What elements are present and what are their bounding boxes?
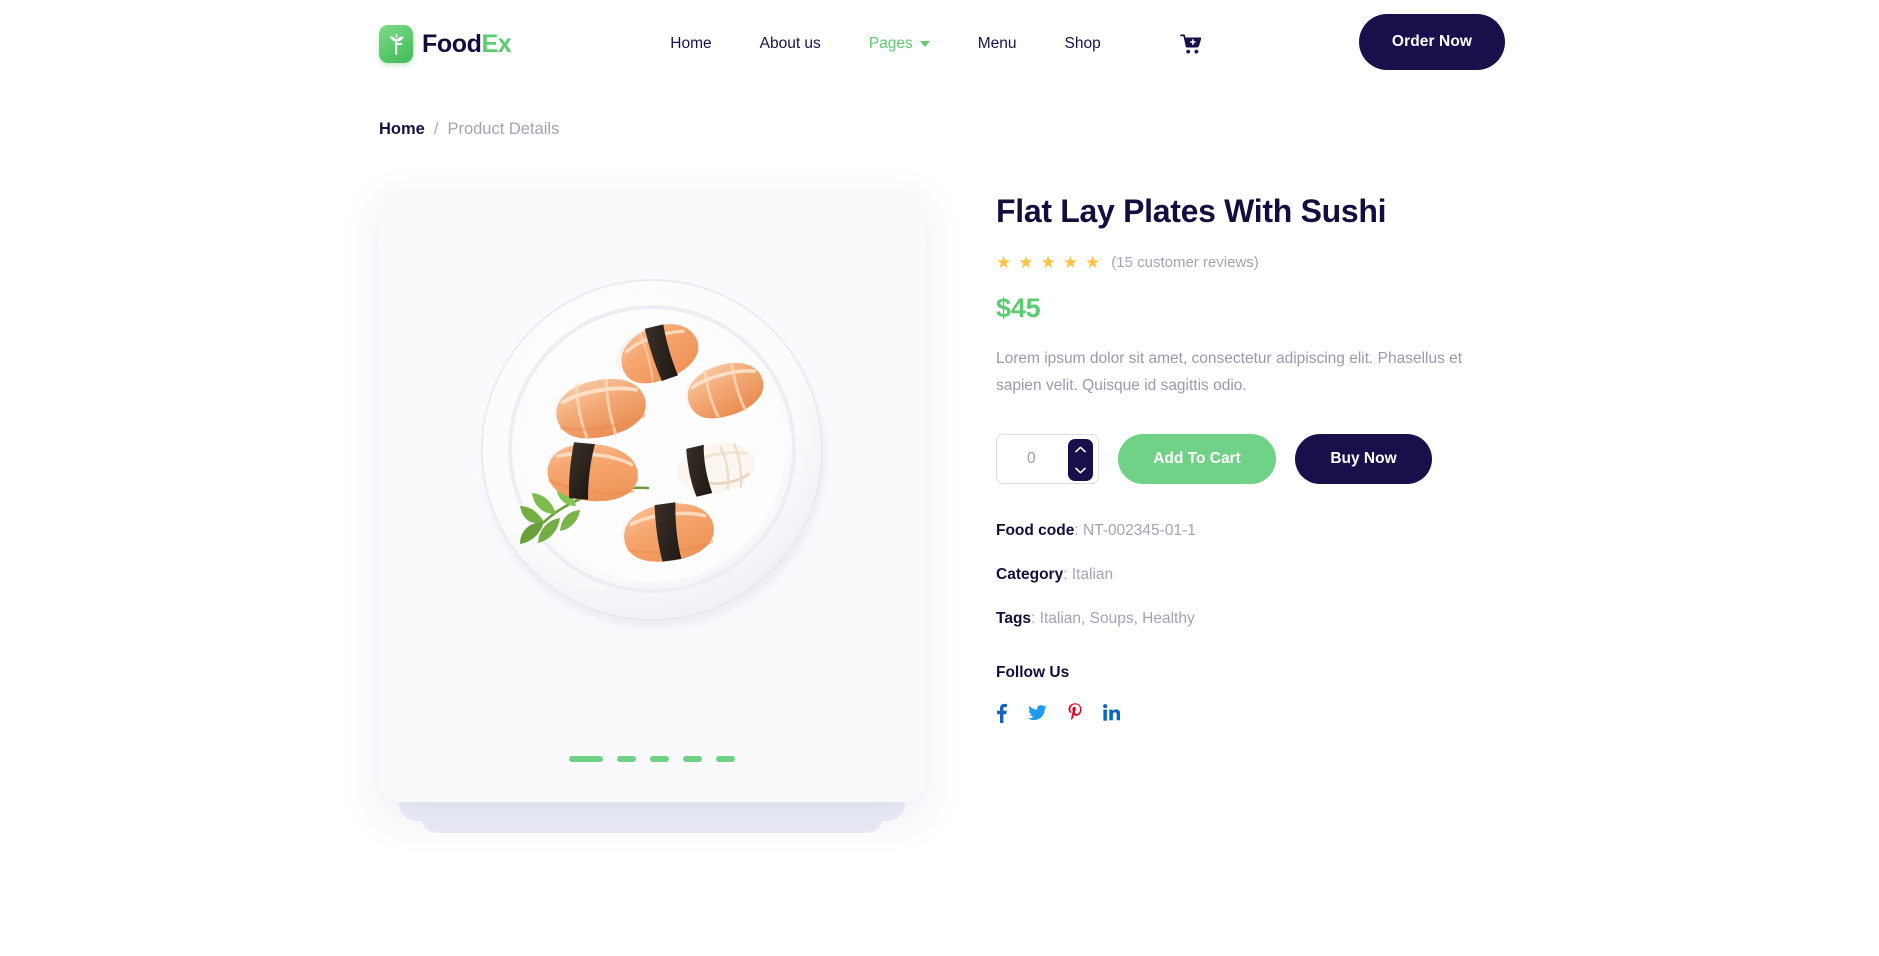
main-navigation: Home About us Pages Menu Shop: [646, 34, 1201, 55]
facebook-link[interactable]: [996, 703, 1007, 723]
brand-name-dark: Food: [422, 29, 482, 58]
order-now-button[interactable]: Order Now: [1359, 14, 1505, 70]
meta-row-tags: Tags: Italian, Soups, Healthy: [996, 610, 1556, 628]
leaf-sprout-icon: [379, 25, 413, 63]
pinterest-link[interactable]: [1068, 703, 1082, 722]
meta-label-category: Category: [996, 565, 1064, 583]
chevron-down-icon[interactable]: [1075, 467, 1086, 474]
carousel-dot-3[interactable]: [650, 756, 669, 762]
meta-label-food-code: Food code: [996, 521, 1075, 539]
carousel-dot-1[interactable]: [569, 756, 603, 762]
purchase-actions: Add To Cart Buy Now: [996, 433, 1556, 484]
brand-name-accent: Ex: [481, 29, 512, 58]
page-title: Flat Lay Plates With Sushi: [996, 193, 1387, 229]
star-icon: ★: [996, 253, 1012, 273]
meta-row-category: Category: Italian: [996, 566, 1556, 584]
rating-row: ★ ★ ★ ★ ★ (15 customer reviews): [996, 254, 1556, 271]
star-icon: ★: [1040, 253, 1056, 273]
nav-item-about-us[interactable]: About us: [736, 35, 845, 53]
meta-value-category[interactable]: : Italian: [1063, 566, 1113, 583]
quantity-spinner[interactable]: [1068, 438, 1093, 481]
follow-us-heading: Follow Us: [996, 663, 1070, 681]
buy-now-button[interactable]: Buy Now: [1295, 433, 1432, 484]
nav-label-home: Home: [670, 35, 712, 52]
breadcrumb-current: Product Details: [447, 120, 560, 138]
linkedin-link[interactable]: [1103, 704, 1120, 721]
nav-item-shop[interactable]: Shop: [1041, 35, 1125, 53]
product-description: Lorem ipsum dolor sit amet, consectetur …: [996, 350, 1463, 395]
nav-label-menu: Menu: [977, 35, 1017, 52]
product-details-section: Flat Lay Plates With Sushi ★ ★ ★ ★ ★ (15…: [0, 185, 1879, 833]
breadcrumb: Home / Product Details: [0, 120, 1879, 139]
product-meta: Food code: NT-002345-01-1 Category: Ital…: [996, 522, 1556, 628]
nav-item-pages[interactable]: Pages: [845, 35, 954, 53]
product-gallery: [379, 185, 925, 833]
chevron-down-icon: [919, 41, 930, 47]
carousel-dots: [379, 756, 925, 762]
gallery-card: [379, 185, 925, 802]
carousel-dot-2[interactable]: [617, 756, 636, 762]
product-info: Flat Lay Plates With Sushi ★ ★ ★ ★ ★ (15…: [996, 185, 1556, 723]
breadcrumb-separator: /: [433, 120, 439, 138]
product-image: [379, 185, 925, 715]
meta-value-tags[interactable]: : Italian, Soups, Healthy: [1031, 610, 1195, 627]
nav-item-menu[interactable]: Menu: [954, 35, 1041, 53]
facebook-icon: [997, 703, 1007, 723]
pinterest-icon: [1068, 703, 1082, 721]
star-rating: ★ ★ ★ ★ ★: [996, 254, 1100, 271]
social-links: [996, 703, 1556, 723]
nav-label-pages: Pages: [868, 35, 913, 52]
meta-row-food-code: Food code: NT-002345-01-1: [996, 522, 1556, 540]
brand-name: FoodEx: [422, 29, 512, 59]
nav-item-home[interactable]: Home: [646, 35, 735, 53]
star-icon: ★: [1062, 253, 1078, 273]
cart-button[interactable]: [1179, 34, 1202, 55]
twitter-link[interactable]: [1028, 704, 1047, 721]
carousel-dot-4[interactable]: [683, 756, 702, 762]
product-price: $45: [996, 293, 1041, 324]
site-header: FoodEx Home About us Pages Menu Shop Ord…: [0, 0, 1879, 88]
review-count[interactable]: (15 customer reviews): [1111, 254, 1259, 271]
add-to-cart-button[interactable]: Add To Cart: [1118, 433, 1276, 484]
star-icon: ★: [1018, 253, 1034, 273]
twitter-icon: [1028, 704, 1047, 720]
star-icon: ★: [1085, 253, 1101, 273]
meta-label-tags: Tags: [996, 609, 1032, 627]
breadcrumb-home-link[interactable]: Home: [379, 120, 425, 139]
sushi-plate-illustration: [481, 279, 826, 628]
shopping-cart-add-icon: [1179, 34, 1201, 53]
meta-value-food-code: : NT-002345-01-1: [1074, 521, 1196, 539]
carousel-dot-5[interactable]: [716, 756, 735, 762]
quantity-stepper[interactable]: [996, 433, 1099, 484]
nav-label-about-us: About us: [759, 35, 821, 52]
brand-logo[interactable]: FoodEx: [379, 25, 512, 63]
chevron-up-icon[interactable]: [1075, 446, 1086, 453]
nav-label-shop: Shop: [1064, 35, 1101, 52]
linkedin-icon: [1103, 704, 1120, 721]
